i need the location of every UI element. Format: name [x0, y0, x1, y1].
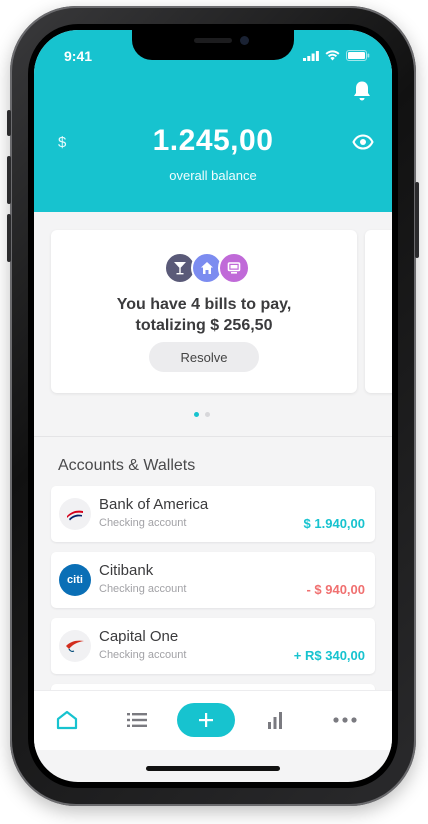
home-icon: [56, 710, 78, 730]
more-icon: [333, 717, 357, 723]
bar-chart-icon: [268, 712, 282, 729]
carousel-dot-2[interactable]: [205, 412, 210, 417]
accounts-section-title: Accounts & Wallets: [58, 457, 196, 474]
account-row[interactable]: Capital One Checking account + R$ 340,00: [51, 618, 375, 674]
bills-summary-line2: totalizing $ 256,50: [135, 317, 273, 334]
citi-logo-text: citi: [67, 574, 83, 586]
section-divider: [34, 436, 392, 437]
account-name: Citibank: [99, 562, 154, 579]
account-name: Bank of America: [99, 496, 209, 513]
bills-summary-line1: You have 4 bills to pay,: [116, 296, 292, 313]
overall-balance-label: overall balance: [169, 168, 257, 183]
bell-icon[interactable]: [352, 80, 372, 102]
monitor-icon: [218, 252, 250, 284]
account-row[interactable]: citi Citibank Checking account - $ 940,0…: [51, 552, 375, 608]
silent-switch: [7, 110, 11, 136]
resolve-button[interactable]: Resolve: [149, 342, 259, 372]
account-type: Checking account: [99, 583, 187, 595]
account-balance: $ 1.940,00: [303, 516, 365, 531]
capital-one-logo: [59, 630, 91, 662]
tab-more[interactable]: [330, 705, 360, 735]
tab-home[interactable]: [52, 705, 82, 735]
next-card-peek[interactable]: [365, 230, 392, 393]
battery-icon: [346, 50, 370, 61]
eye-icon[interactable]: [352, 134, 374, 150]
bills-card[interactable]: You have 4 bills to pay, totalizing $ 25…: [51, 230, 357, 393]
account-row[interactable]: Bank of America Checking account $ 1.940…: [51, 486, 375, 542]
bill-category-icons: [164, 252, 254, 284]
account-type: Checking account: [99, 649, 187, 661]
account-balance: + R$ 340,00: [293, 648, 365, 663]
account-type: Checking account: [99, 517, 187, 529]
power-button: [415, 182, 419, 258]
bills-summary: You have 4 bills to pay, totalizing $ 25…: [51, 294, 357, 336]
citi-logo: citi: [59, 564, 91, 596]
status-time: 9:41: [64, 48, 93, 64]
status-icons: [303, 50, 370, 61]
carousel-dots: [194, 412, 210, 417]
account-balance: - $ 940,00: [306, 582, 365, 597]
home-indicator: [146, 766, 280, 771]
list-icon: [127, 713, 147, 727]
phone-frame: 9:41 $ 1.245,00 overall balance You have…: [7, 6, 419, 806]
camera: [240, 36, 249, 45]
wifi-icon: [325, 50, 340, 61]
tab-transactions[interactable]: [122, 705, 152, 735]
overall-balance-value: 1.245,00: [152, 124, 274, 157]
volume-down-button: [7, 214, 11, 262]
speaker: [194, 38, 232, 43]
account-name: Capital One: [99, 628, 179, 645]
carousel-dot-1[interactable]: [194, 412, 199, 417]
notch: [132, 30, 294, 60]
bank-of-america-logo: [59, 498, 91, 530]
screen: 9:41 $ 1.245,00 overall balance You have…: [34, 30, 392, 782]
tab-reports[interactable]: [260, 705, 290, 735]
plus-icon: [199, 713, 213, 727]
bezel: 9:41 $ 1.245,00 overall balance You have…: [28, 24, 398, 788]
signal-icon: [303, 50, 319, 61]
add-button[interactable]: [177, 703, 235, 737]
tab-bar: [34, 690, 392, 750]
volume-up-button: [7, 156, 11, 204]
